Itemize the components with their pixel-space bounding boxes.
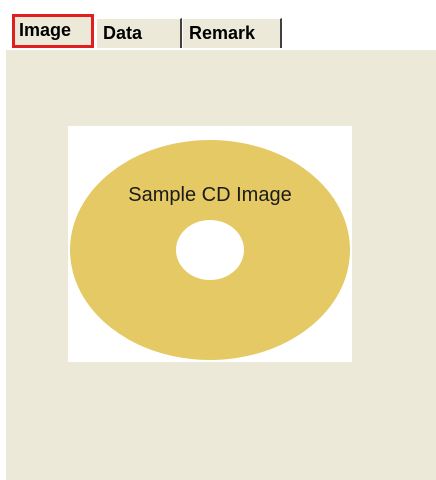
cd-disc-icon: Sample CD Image (70, 140, 350, 360)
tab-data[interactable]: Data (96, 18, 182, 48)
tab-strip: Image Data Remark (6, 0, 436, 52)
cd-image-preview: Sample CD Image (68, 126, 352, 362)
tab-image[interactable]: Image (12, 14, 94, 48)
tab-panel-image: Sample CD Image (6, 50, 436, 480)
cd-disc-caption: Sample CD Image (128, 184, 291, 206)
dialog-window: Image Data Remark Sample CD Image (0, 0, 436, 480)
cd-disc-hole (176, 220, 244, 280)
tab-remark[interactable]: Remark (182, 18, 282, 48)
